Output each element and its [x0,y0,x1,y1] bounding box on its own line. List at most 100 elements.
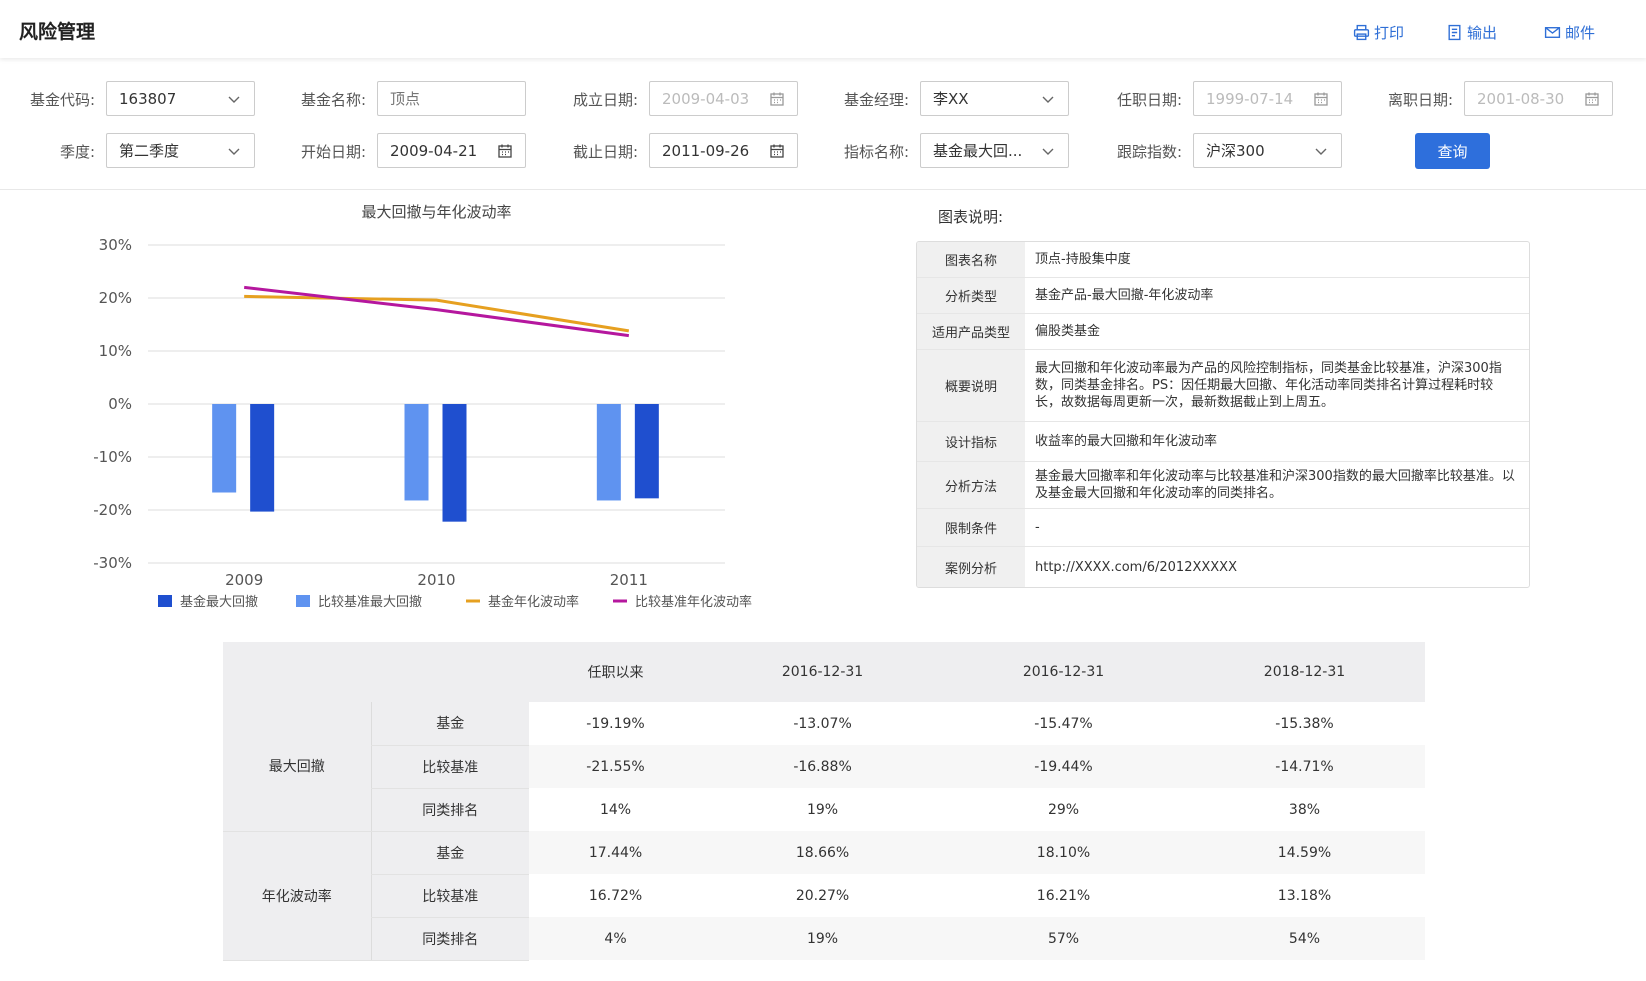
explanation-key: 概要说明 [917,350,1025,421]
row-label: 比较基准 [370,874,529,918]
mail-button[interactable]: 邮件 [1544,22,1595,43]
y-tick-label: -10% [93,448,132,466]
manager-value: 李XX [933,90,969,108]
table-row: 年化波动率 基金 17.44% 18.66% 18.10% 14.59% [223,831,1425,961]
explanation-value: 最大回撤和年化波动率最为产品的风险控制指标，同类基金比较基准，沪深300指数，同… [1035,361,1502,410]
row-label: 比较基准 [370,745,529,789]
table-cell: -19.19% [586,715,645,732]
table-cell: 16.21% [1036,887,1091,904]
explanation-row: 分析方法 基金最大回撤率和年化波动率与比较基准和沪深300指数的最大回撤率比较基准… [917,462,1529,509]
y-tick-label: 0% [108,395,132,413]
export-label: 输出 [1467,24,1498,42]
drawdown-volatility-chart: 最大回撤与年化波动率 30% 20% 10% 0% -10% -20% -30% 2009 201… [93,203,752,610]
end-date-picker[interactable]: 2011-09-26 [649,133,798,168]
y-tick-label: -20% [93,501,132,519]
legend-label: 基金最大回撤 [180,594,258,610]
explanation-value: 收益率的最大回撤和年化波动率 [1035,434,1218,449]
x-tick-label: 2010 [417,571,455,589]
explanation-value[interactable]: http://XXXX.com/6/2012XXXXX [1025,547,1529,587]
y-tick-label: 10% [99,342,132,360]
explanation-row: 案例分析 http://XXXX.com/6/2012XXXXX [917,547,1529,587]
start-date-picker[interactable]: 2009-04-21 [377,133,526,168]
table-row: 比较基准 -21.55% -16.88% -19.44% -14.71% [223,745,1425,789]
x-tick-label: 2011 [610,571,648,589]
fund-code-value: 163807 [119,89,177,108]
table-cell: 14% [599,801,632,818]
explanation-key: 案例分析 [917,547,1025,587]
divider [0,189,1646,190]
tenure-date-picker[interactable]: 1999-07-14 [1193,81,1342,116]
fund-code-select[interactable]: 163807 [106,81,255,116]
table-cell: 16.72% [588,887,643,904]
legend-swatch [296,595,310,607]
table-cell: 17.44% [529,831,703,874]
explanation-row: 设计指标 收益率的最大回撤和年化波动率 [917,422,1529,462]
x-tick-label: 2009 [225,571,263,589]
bar [404,404,429,501]
explanation-key: 限制条件 [917,509,1025,546]
top-bar: 风险管理 打印 输出 邮件 [0,0,1646,58]
fund-name-input[interactable] [377,81,526,116]
chart-title: 最大回撤与年化波动率 [361,203,511,221]
end-date-label: 截止日期: [572,143,638,161]
chevron-down-icon [1042,148,1054,155]
print-button[interactable]: 打印 [1353,22,1404,43]
explanation-table: 图表名称 顶点-持股集中度 分析类型 基金产品-最大回撤-年化波动率 适用产品类型 偏股类… [916,241,1530,588]
manager-select[interactable]: 李XX [920,81,1069,116]
table-corner-header [223,642,529,702]
table-row: 比较基准 16.72% 20.27% 16.21% 13.18% [223,874,1425,918]
column-header: 2016-12-31 [702,642,944,702]
tracking-index-select[interactable]: 沪深300 [1193,133,1342,168]
leave-date-label: 离职日期: [1387,91,1453,109]
chevron-down-icon [1315,148,1327,155]
row-label: 基金 [370,702,529,746]
table-cell: -21.55% [529,745,703,788]
tracking-index-label: 跟踪指数: [1116,143,1182,161]
group-label: 年化波动率 [223,831,371,961]
export-icon [1448,24,1461,41]
explanation-row: 适用产品类型 偏股类基金 [917,314,1529,350]
explanation-key: 图表名称 [917,242,1025,277]
risk-metrics-table: 任职以来 2016-12-31 2016-12-31 2018-12-31 最大… [223,642,1425,961]
y-tick-label: 20% [99,289,132,307]
establish-date-picker[interactable]: 2009-04-03 [649,81,798,116]
quarter-value: 第二季度 [119,142,180,160]
establish-date-value: 2009-04-03 [662,89,750,108]
chevron-down-icon [228,148,240,155]
table-cell: 4% [529,917,703,960]
bar [250,404,275,512]
table-cell: -19.44% [943,745,1184,788]
table-cell: 19% [702,917,944,960]
explanation-key: 设计指标 [917,422,1025,461]
query-button[interactable]: 查询 [1415,133,1490,169]
calendar-icon [770,92,784,106]
printer-icon [1353,24,1370,41]
fund-code-label: 基金代码: [29,91,95,109]
bar [212,404,237,493]
table-row: 同类排名 14% 19% 29% 38% [223,788,1425,832]
bar [596,404,621,501]
series-line [243,285,630,338]
legend-label: 比较基准最大回撤 [318,594,422,610]
row-label: 基金 [370,831,529,875]
explanation-value: 偏股类基金 [1035,324,1101,339]
indicator-select[interactable]: 基金最大回... [920,133,1069,168]
explanation-row: 图表名称 顶点-持股集中度 [917,242,1529,278]
table-cell: 19% [806,801,839,818]
indicator-value: 基金最大回... [933,142,1023,160]
start-date-label: 开始日期: [300,143,366,161]
bar [442,404,467,522]
table-cell: 57% [943,917,1184,960]
tenure-date-label: 任职日期: [1116,91,1182,109]
export-button[interactable]: 输出 [1446,22,1497,43]
legend-label: 基金年化波动率 [488,594,579,610]
column-header: 任职以来 [529,642,703,702]
quarter-select[interactable]: 第二季度 [106,133,255,168]
leave-date-value: 2001-08-30 [1477,89,1565,108]
series-line [244,294,630,333]
leave-date-picker[interactable]: 2001-08-30 [1464,81,1613,116]
fund-name-label: 基金名称: [300,91,366,109]
calendar-icon [1314,92,1328,106]
y-tick-label: -30% [93,554,132,572]
explanation-value: 基金最大回撤率和年化波动率与比较基准和沪深300指数的最大回撤率比较基准。以及基… [1035,469,1515,501]
